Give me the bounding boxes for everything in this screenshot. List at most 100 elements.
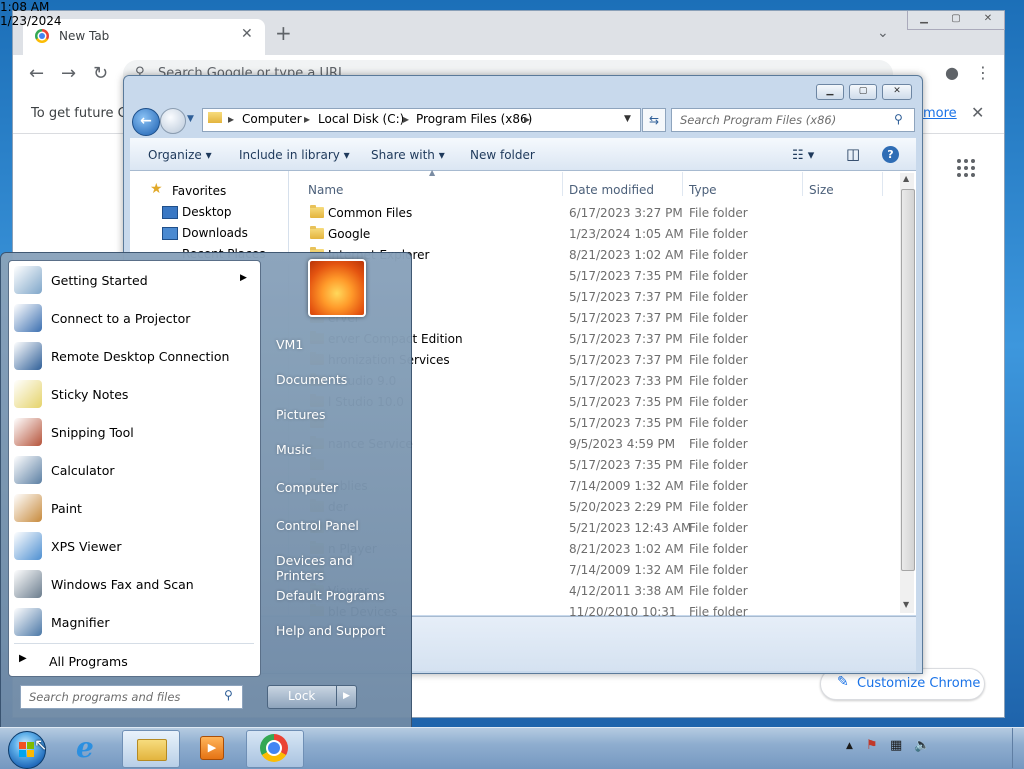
shutdown-options-arrow-icon[interactable]: ▶ — [336, 686, 356, 706]
forward-arrow-icon[interactable]: → — [61, 63, 76, 84]
lock-button[interactable]: Lock ▶ — [267, 685, 357, 709]
views-icon[interactable]: ☷ ▾ — [792, 148, 814, 163]
preview-pane-icon[interactable]: ◫ — [846, 145, 860, 163]
column-name[interactable]: Name — [308, 183, 343, 197]
start-right-item[interactable]: Pictures — [268, 400, 404, 428]
column-type[interactable]: Type — [689, 183, 717, 197]
start-program-item[interactable]: Magnifier — [8, 603, 259, 641]
start-program-item[interactable]: XPS Viewer — [8, 527, 259, 565]
file-type: File folder — [689, 542, 748, 556]
profile-icon[interactable]: ● — [945, 63, 959, 82]
start-program-item[interactable]: Connect to a Projector — [8, 299, 259, 337]
action-center-flag-icon[interactable]: ⚑ — [866, 738, 878, 753]
start-program-item[interactable]: Paint — [8, 489, 259, 527]
column-size[interactable]: Size — [809, 183, 834, 197]
start-right-item[interactable]: Devices and Printers — [268, 546, 404, 583]
close-button[interactable]: ✕ — [972, 11, 1004, 29]
breadcrumb-separator-icon: ▸ — [304, 112, 311, 126]
taskbar-internet-explorer[interactable]: e — [62, 730, 118, 766]
start-right-item[interactable]: Documents — [268, 365, 404, 393]
file-row[interactable]: Google 1/23/2024 1:05 AM File folder — [304, 223, 902, 244]
file-date: 5/17/2023 7:35 PM — [569, 458, 683, 472]
user-avatar[interactable] — [308, 259, 366, 317]
file-date: 1/23/2024 1:05 AM — [569, 227, 684, 241]
search-icon[interactable]: ⚲ — [894, 112, 903, 126]
google-apps-icon[interactable] — [957, 159, 975, 177]
start-right-item[interactable]: Music — [268, 435, 404, 463]
back-arrow-icon[interactable]: ← — [29, 63, 44, 84]
start-right-item[interactable]: Control Panel — [268, 511, 404, 539]
scroll-down-icon[interactable]: ▼ — [903, 600, 909, 609]
explorer-maximize-button[interactable]: ▢ — [849, 84, 877, 100]
breadcrumb-local-disk[interactable]: Local Disk (C:) — [318, 112, 404, 126]
new-tab-button[interactable]: + — [275, 23, 292, 43]
file-date: 5/17/2023 7:37 PM — [569, 332, 683, 346]
volume-muted-icon[interactable]: 🔈 — [914, 738, 930, 753]
column-divider[interactable] — [562, 172, 563, 196]
scrollbar-thumb[interactable] — [901, 189, 915, 571]
start-right-item[interactable]: Help and Support — [268, 616, 404, 644]
nav-favorites[interactable]: Favorites — [172, 184, 226, 198]
scroll-up-icon[interactable]: ▲ — [903, 174, 909, 183]
file-date: 9/5/2023 4:59 PM — [569, 437, 676, 451]
minimize-button[interactable]: ▁ — [908, 11, 940, 29]
reload-icon[interactable]: ↻ — [93, 63, 108, 84]
show-desktop-button[interactable] — [1012, 728, 1024, 768]
file-type: File folder — [689, 332, 748, 346]
column-date-modified[interactable]: Date modified — [569, 183, 654, 197]
start-program-item[interactable]: Windows Fax and Scan — [8, 565, 259, 603]
breadcrumb-computer[interactable]: Computer — [242, 112, 302, 126]
back-button[interactable]: ← — [132, 108, 160, 136]
program-label: Snipping Tool — [51, 425, 134, 440]
infobar-close-icon[interactable]: ✕ — [971, 103, 984, 122]
refresh-button[interactable]: ⇆ — [642, 108, 666, 132]
address-dropdown-icon[interactable]: ▼ — [624, 114, 631, 124]
taskbar-explorer[interactable] — [122, 730, 180, 768]
maximize-button[interactable]: ▢ — [940, 11, 972, 29]
start-right-label: Devices and Printers — [276, 553, 353, 583]
share-with-menu[interactable]: Share with ▾ — [371, 148, 445, 162]
help-icon[interactable]: ? — [882, 146, 899, 163]
start-right-label: Documents — [276, 372, 348, 387]
organize-menu[interactable]: Organize ▾ — [148, 148, 212, 162]
tab-close-icon[interactable]: ✕ — [241, 26, 253, 42]
menu-dots-icon[interactable]: ⋮ — [975, 63, 991, 82]
start-right-item[interactable]: VM1 — [268, 330, 404, 358]
new-folder-button[interactable]: New folder — [470, 148, 535, 162]
system-clock[interactable]: 1:08 AM 1/23/2024 — [0, 0, 62, 28]
all-programs-button[interactable]: ▶ All Programs — [8, 646, 259, 672]
start-program-item[interactable]: Sticky Notes — [8, 375, 259, 413]
start-program-item[interactable]: Remote Desktop Connection — [8, 337, 259, 375]
show-hidden-icons-arrow-icon[interactable]: ▲ — [846, 741, 853, 751]
explorer-minimize-button[interactable]: ▁ — [816, 84, 844, 100]
column-divider[interactable] — [802, 172, 803, 196]
nav-desktop[interactable]: Desktop — [182, 205, 232, 219]
clock-time: 1:08 AM — [0, 0, 50, 14]
column-divider[interactable] — [682, 172, 683, 196]
taskbar-chrome[interactable] — [246, 730, 304, 768]
forward-button[interactable] — [160, 108, 186, 134]
file-type: File folder — [689, 584, 748, 598]
start-program-item[interactable]: Snipping Tool — [8, 413, 259, 451]
start-program-item[interactable]: Getting Started ▶ — [8, 261, 259, 299]
taskbar-media-player[interactable]: ▶ — [184, 730, 240, 766]
recent-pages-chevron-icon[interactable]: ▼ — [187, 114, 194, 124]
start-search-input[interactable]: Search programs and files ⚲ — [20, 685, 243, 709]
start-program-item[interactable]: Calculator — [8, 451, 259, 489]
nav-downloads[interactable]: Downloads — [182, 226, 248, 240]
explorer-close-button[interactable]: ✕ — [882, 84, 912, 100]
file-row[interactable]: Common Files 6/17/2023 3:27 PM File folder — [304, 202, 902, 223]
file-date: 8/21/2023 1:02 AM — [569, 542, 684, 556]
file-type: File folder — [689, 290, 748, 304]
chrome-window-controls: ▁ ▢ ✕ — [907, 11, 1005, 30]
include-in-library-menu[interactable]: Include in library ▾ — [239, 148, 350, 162]
program-label: XPS Viewer — [51, 539, 122, 554]
start-right-item[interactable]: Default Programs — [268, 581, 404, 609]
chrome-icon — [260, 734, 288, 762]
tab-search-chevron-icon[interactable]: ⌄ — [877, 25, 889, 41]
infobar-learn-more-link[interactable]: more — [923, 106, 957, 121]
network-icon[interactable]: ▦ — [890, 738, 902, 753]
breadcrumb-program-files[interactable]: Program Files (x86) — [416, 112, 532, 126]
column-divider[interactable] — [882, 172, 883, 196]
start-right-item[interactable]: Computer — [268, 473, 404, 501]
